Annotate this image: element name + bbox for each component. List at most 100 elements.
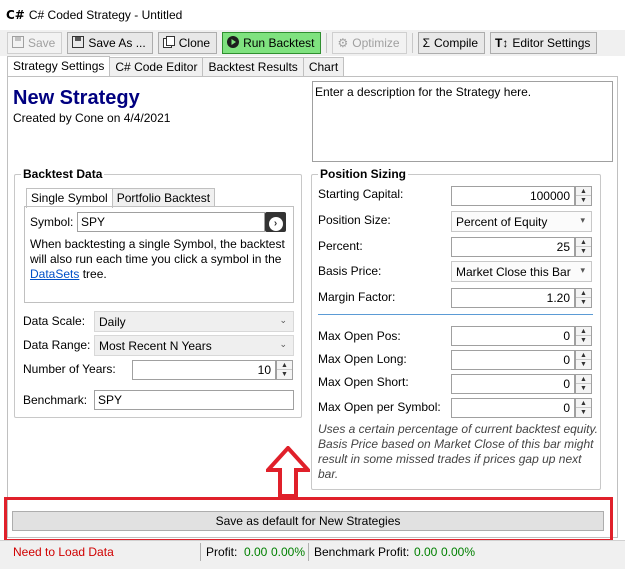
tab-strategy-settings[interactable]: Strategy Settings (7, 56, 111, 77)
max-open-long-spinner[interactable]: ▲ ▼ (575, 350, 592, 370)
max-open-short-label: Max Open Short: (318, 375, 409, 389)
clone-button[interactable]: Clone (157, 32, 218, 54)
save-button[interactable]: Save (7, 32, 63, 54)
spin-up-icon[interactable]: ▲ (576, 187, 591, 196)
annotation-arrow-up-icon (266, 446, 310, 498)
spin-down-icon[interactable]: ▼ (277, 370, 292, 379)
spin-up-icon[interactable]: ▲ (576, 238, 591, 247)
margin-factor-spinner[interactable]: ▲ ▼ (575, 288, 592, 308)
benchmark-profit-label: Benchmark Profit: (314, 545, 410, 559)
spin-down-icon[interactable]: ▼ (576, 336, 591, 345)
max-open-short-spinner[interactable]: ▲ ▼ (575, 374, 592, 394)
compile-button[interactable]: Σ Compile (417, 32, 486, 54)
window-title: C# Coded Strategy - Untitled (28, 8, 183, 22)
num-years-input[interactable]: 10 (132, 360, 276, 380)
optimize-button[interactable]: ⚙ Optimize (332, 32, 407, 54)
spin-up-icon[interactable]: ▲ (576, 327, 591, 336)
profit-value: 0.00 (244, 545, 268, 559)
max-open-pos-spinner[interactable]: ▲ ▼ (575, 326, 592, 346)
data-scale-select[interactable]: Daily ⌄ (94, 311, 294, 332)
max-open-per-symbol-spinner[interactable]: ▲ ▼ (575, 398, 592, 418)
symbol-input[interactable]: SPY (77, 212, 265, 232)
created-by-label: Created by Cone on 4/4/2021 (13, 111, 171, 125)
max-open-short-input[interactable]: 0 (451, 374, 575, 394)
spin-down-icon[interactable]: ▼ (576, 298, 591, 307)
save-icon (12, 36, 24, 50)
single-symbol-help: When backtesting a single Symbol, the ba… (30, 237, 285, 281)
status-separator (200, 543, 201, 561)
max-open-long-stepper[interactable]: 0 ▲ ▼ (451, 350, 592, 370)
position-sizing-divider (318, 314, 593, 315)
basis-price-label: Basis Price: (318, 264, 382, 278)
symbol-go-button[interactable]: › (265, 212, 286, 232)
spin-up-icon[interactable]: ▲ (277, 361, 292, 370)
percent-input[interactable]: 25 (451, 237, 575, 257)
max-open-per-symbol-stepper[interactable]: 0 ▲ ▼ (451, 398, 592, 418)
max-open-short-stepper[interactable]: 0 ▲ ▼ (451, 374, 592, 394)
starting-capital-label: Starting Capital: (318, 187, 404, 201)
max-open-long-input[interactable]: 0 (451, 350, 575, 370)
num-years-stepper[interactable]: 10 ▲ ▼ (132, 360, 294, 380)
play-icon (227, 36, 240, 50)
datasets-link[interactable]: DataSets (30, 267, 79, 281)
status-bar: Need to Load Data Profit: 0.00 0.00% Ben… (0, 540, 625, 569)
data-range-label: Data Range: (23, 338, 91, 352)
max-open-pos-stepper[interactable]: 0 ▲ ▼ (451, 326, 592, 346)
csharp-app-icon: C# (6, 8, 25, 22)
sigma-icon: Σ (422, 36, 430, 50)
arrow-right-icon: › (268, 217, 283, 231)
chevron-down-icon: ▾ (580, 265, 585, 275)
save-as-button[interactable]: Save As ... (67, 32, 153, 54)
margin-factor-input[interactable]: 1.20 (451, 288, 575, 308)
spin-up-icon[interactable]: ▲ (576, 289, 591, 298)
max-open-per-symbol-input[interactable]: 0 (451, 398, 575, 418)
tab-chart[interactable]: Chart (302, 57, 345, 77)
position-sizing-title: Position Sizing (318, 167, 408, 181)
spin-down-icon[interactable]: ▼ (576, 196, 591, 205)
spin-down-icon[interactable]: ▼ (576, 247, 591, 256)
save-as-default-button[interactable]: Save as default for New Strategies (12, 511, 604, 531)
run-backtest-button[interactable]: Run Backtest (222, 32, 322, 54)
toolbar-separator (326, 33, 328, 53)
spin-up-icon[interactable]: ▲ (576, 351, 591, 360)
margin-factor-label: Margin Factor: (318, 290, 396, 304)
basis-price-select[interactable]: Market Close this Bar ▾ (451, 261, 592, 282)
percent-stepper[interactable]: 25 ▲ ▼ (451, 237, 592, 257)
max-open-pos-input[interactable]: 0 (451, 326, 575, 346)
percent-spinner[interactable]: ▲ ▼ (575, 237, 592, 257)
spin-up-icon[interactable]: ▲ (576, 375, 591, 384)
position-size-select[interactable]: Percent of Equity ▾ (451, 211, 592, 232)
spin-down-icon[interactable]: ▼ (576, 360, 591, 369)
num-years-spinner[interactable]: ▲ ▼ (276, 360, 293, 380)
starting-capital-stepper[interactable]: 100000 ▲ ▼ (451, 186, 592, 206)
toolbar: Save Save As ... Clone Run Backtest ⚙ Opt… (0, 30, 625, 56)
spin-down-icon[interactable]: ▼ (576, 408, 591, 417)
starting-capital-input[interactable]: 100000 (451, 186, 575, 206)
profit-label: Profit: (206, 545, 238, 559)
editor-settings-button[interactable]: T↕ Editor Settings (490, 32, 598, 54)
percent-label: Percent: (318, 239, 363, 253)
toolbar-separator (411, 33, 413, 53)
tab-single-symbol[interactable]: Single Symbol (26, 188, 113, 208)
margin-factor-stepper[interactable]: 1.20 ▲ ▼ (451, 288, 592, 308)
position-size-label: Position Size: (318, 213, 391, 227)
benchmark-profit-percent: 0.00% (441, 545, 476, 559)
tab-backtest-results[interactable]: Backtest Results (202, 57, 304, 77)
save-as-icon (72, 36, 85, 50)
profit-percent: 0.00% (271, 545, 306, 559)
chevron-down-icon: ⌄ (279, 315, 287, 325)
max-open-per-symbol-label: Max Open per Symbol: (318, 400, 441, 414)
spin-up-icon[interactable]: ▲ (576, 399, 591, 408)
tab-portfolio-backtest[interactable]: Portfolio Backtest (111, 188, 216, 207)
starting-capital-spinner[interactable]: ▲ ▼ (575, 186, 592, 206)
data-scale-label: Data Scale: (23, 314, 86, 328)
max-open-long-label: Max Open Long: (318, 352, 407, 366)
clone-icon (162, 36, 175, 50)
text-size-icon: T↕ (495, 36, 509, 50)
description-textarea[interactable]: Enter a description for the Strategy her… (312, 81, 613, 162)
data-range-select[interactable]: Most Recent N Years ⌄ (94, 335, 294, 356)
benchmark-input[interactable]: SPY (94, 390, 294, 410)
spin-down-icon[interactable]: ▼ (576, 384, 591, 393)
tab-code-editor[interactable]: C# Code Editor (109, 57, 204, 77)
backtest-subtabs: Single Symbol Portfolio Backtest (26, 188, 216, 208)
